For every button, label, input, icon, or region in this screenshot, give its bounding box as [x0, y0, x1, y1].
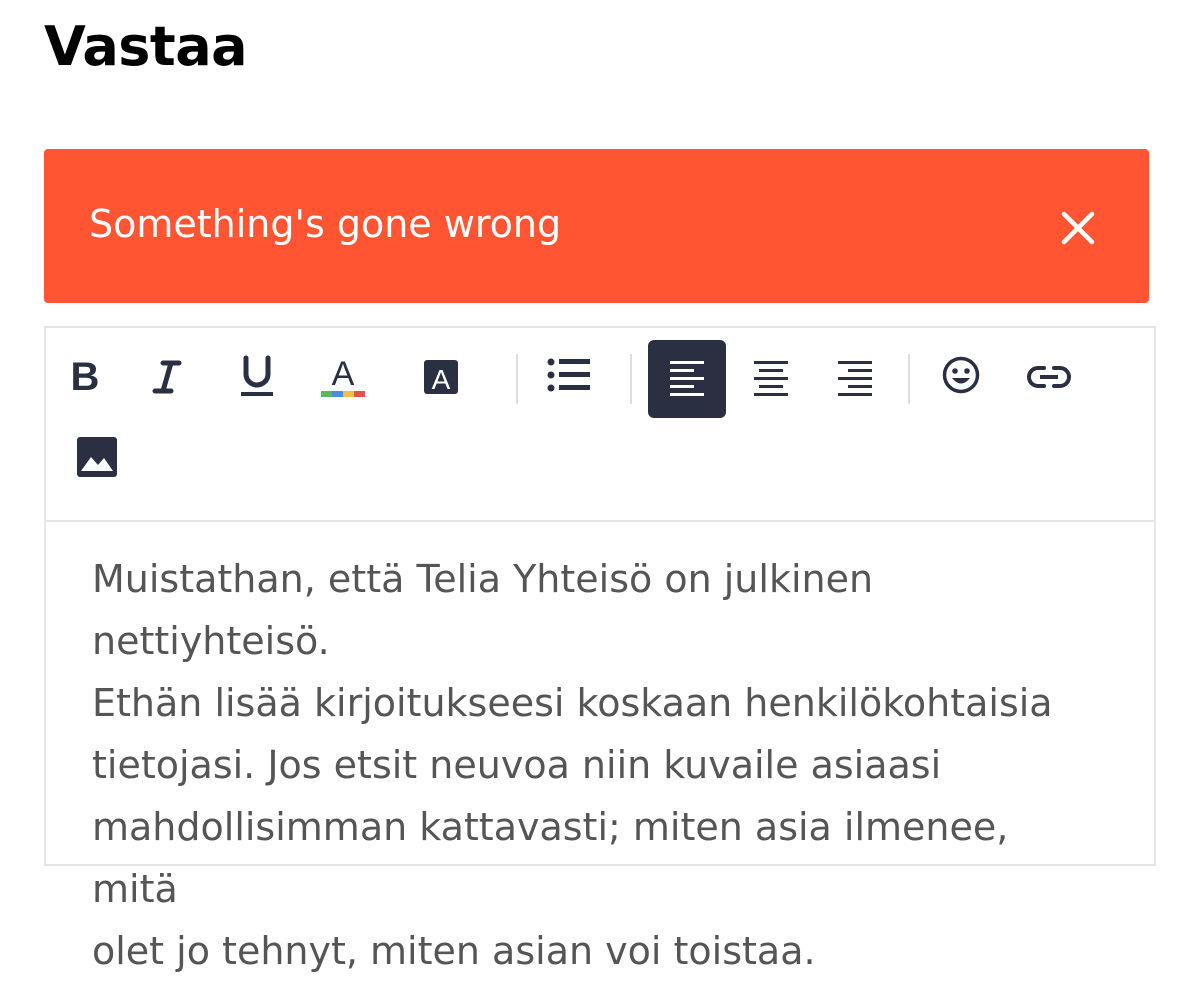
placeholder-line: mahdollisimman kattavasti; miten asia il…: [92, 805, 1009, 911]
background-color-button[interactable]: A: [402, 340, 480, 418]
align-center-button[interactable]: [732, 340, 810, 418]
italic-icon: [149, 357, 185, 401]
placeholder-line: Muistathan, että Telia Yhteisö on julkin…: [92, 557, 874, 663]
link-button[interactable]: [1010, 340, 1088, 418]
editor-content-area[interactable]: Muistathan, että Telia Yhteisö on julkin…: [92, 548, 1102, 982]
toolbar-divider: [630, 354, 632, 404]
close-icon[interactable]: [1058, 208, 1098, 248]
svg-text:A: A: [332, 355, 355, 393]
bold-icon: B: [67, 355, 103, 401]
bullet-list-button[interactable]: [530, 338, 608, 416]
bulleted-list-icon: [546, 355, 592, 399]
underline-icon: [237, 354, 277, 404]
font-color-button[interactable]: A: [304, 340, 382, 418]
align-left-icon: [669, 357, 705, 401]
italic-button[interactable]: [128, 340, 206, 418]
placeholder-line: Ethän lisää kirjoitukseesi koskaan henki…: [92, 681, 1053, 725]
emoji-button[interactable]: [922, 338, 1000, 416]
insert-image-button[interactable]: [58, 420, 136, 498]
align-right-button[interactable]: [816, 340, 894, 418]
image-icon: [76, 436, 118, 482]
toolbar-divider: [908, 354, 910, 404]
link-icon: [1026, 362, 1072, 396]
align-center-icon: [753, 357, 789, 401]
reply-editor: B A A Muistathan, että Telia Yhteisö on …: [44, 326, 1156, 973]
svg-text:B: B: [71, 357, 100, 397]
svg-text:A: A: [432, 364, 451, 395]
placeholder-line: tietojasi. Jos etsit neuvoa niin kuvaile…: [92, 743, 942, 787]
background-color-icon: A: [421, 357, 461, 401]
page-title: Vastaa: [44, 15, 248, 78]
bold-button[interactable]: B: [46, 340, 124, 418]
placeholder-line: olet jo tehnyt, miten asian voi toistaa.: [92, 929, 816, 973]
editor-toolbar: B A A: [46, 328, 1154, 522]
error-alert: Something's gone wrong: [44, 149, 1149, 303]
smiley-icon: [941, 355, 981, 399]
align-left-button[interactable]: [648, 340, 726, 418]
toolbar-divider: [516, 354, 518, 404]
alert-message: Something's gone wrong: [89, 202, 562, 246]
underline-button[interactable]: [218, 340, 296, 418]
font-color-icon: A: [319, 354, 367, 404]
align-right-icon: [837, 357, 873, 401]
